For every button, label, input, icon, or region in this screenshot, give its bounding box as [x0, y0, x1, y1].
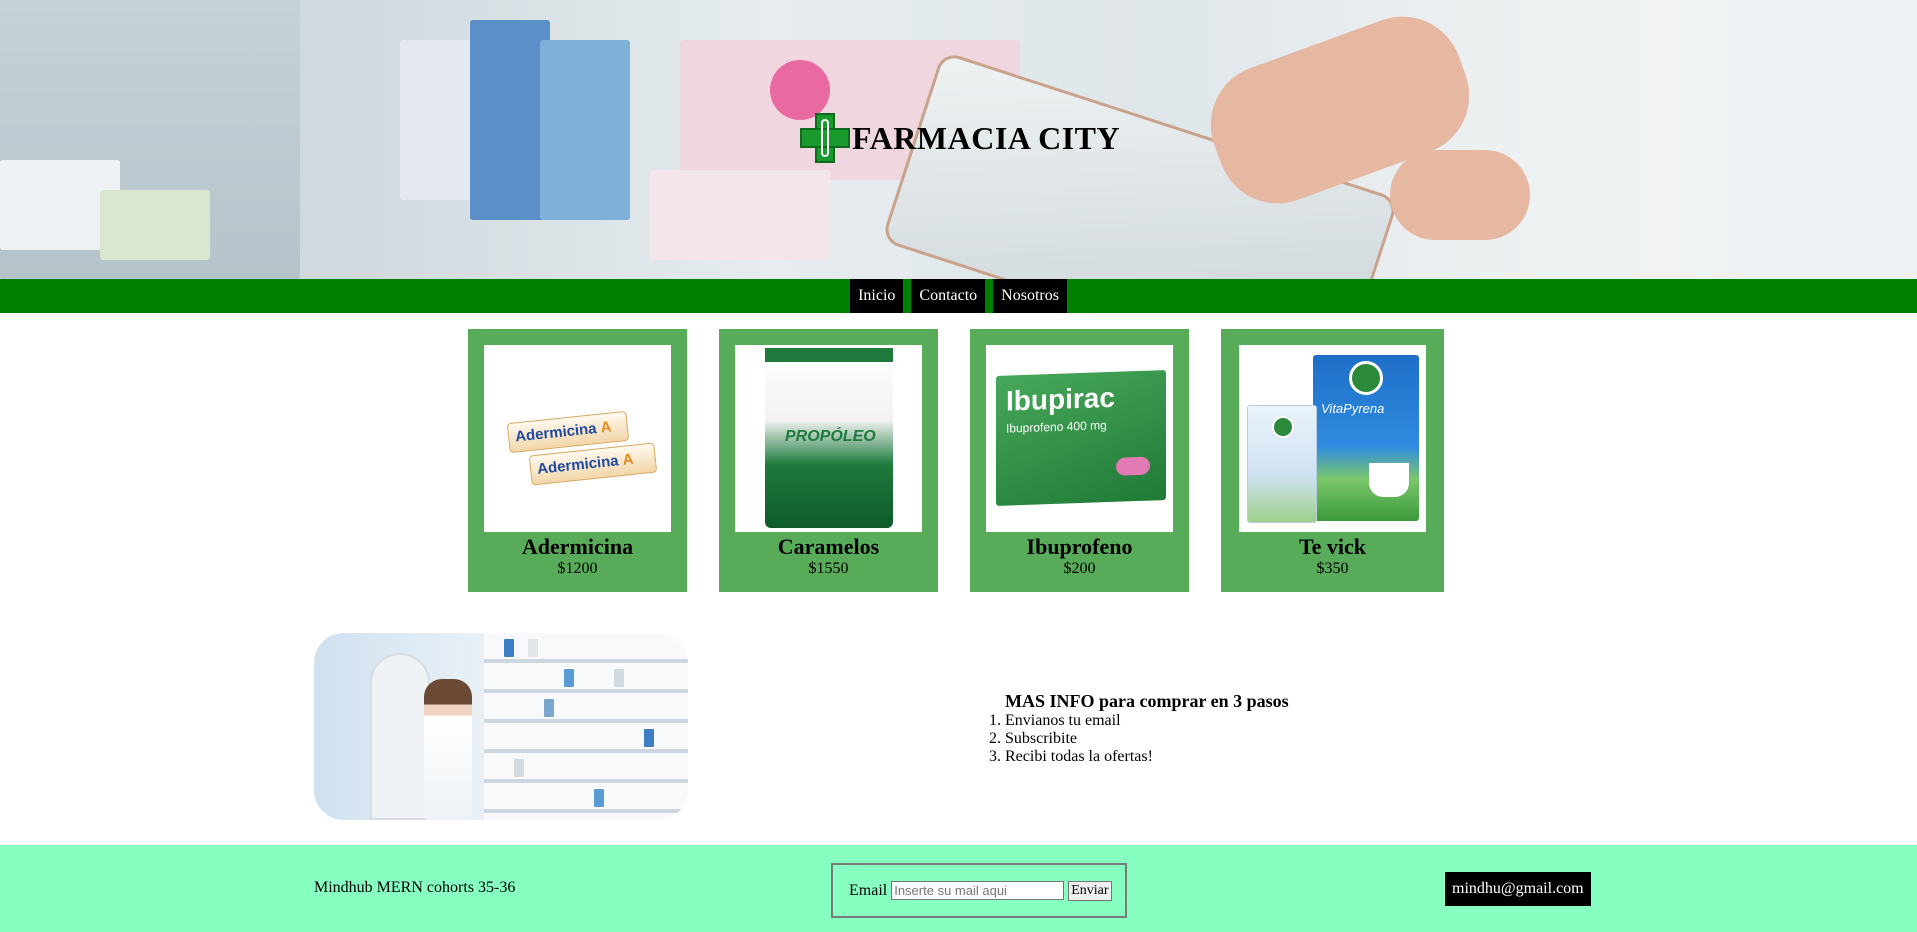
- product-price: $200: [1063, 560, 1096, 577]
- step-item: Recibi todas la ofertas!: [1005, 748, 1289, 766]
- hero-hand: [1390, 150, 1530, 240]
- email-label: Email: [849, 881, 888, 899]
- product-price: $350: [1316, 560, 1349, 577]
- product-name: Te vick: [1298, 534, 1367, 559]
- newsletter-form: Email Enviar: [831, 863, 1127, 918]
- hero-coat: [1730, 0, 1917, 279]
- hero-box: [540, 40, 630, 220]
- send-button[interactable]: Enviar: [1068, 880, 1112, 901]
- contact-email-link[interactable]: mindhu@gmail.com: [1445, 872, 1591, 906]
- product-price: $1200: [557, 560, 598, 577]
- hero-box: [100, 190, 210, 260]
- step-item: Envianos tu email: [1005, 712, 1289, 730]
- product-name: Caramelos: [777, 534, 880, 559]
- nav-link-inicio[interactable]: Inicio: [850, 279, 904, 313]
- pharmacist-photo: [314, 633, 688, 820]
- info-steps: MAS INFO para comprar en 3 pasos Enviano…: [988, 690, 1289, 766]
- step-item: Subscribite: [1005, 730, 1289, 748]
- hero-box: [470, 20, 550, 220]
- footer: Mindhub MERN cohorts 35-36 Email Enviar …: [0, 845, 1917, 932]
- product-price: $1550: [808, 560, 849, 577]
- steps-list: Envianos tu email Subscribite Recibi tod…: [988, 712, 1289, 766]
- product-card-caramelos[interactable]: PROPÓLEO Caramelos $1550: [719, 329, 938, 592]
- brand[interactable]: FARMACIA CITY: [800, 113, 1120, 163]
- product-image-adermicina: Adermicina A Adermicina A: [484, 345, 671, 532]
- nav-link-nosotros[interactable]: Nosotros: [993, 279, 1067, 313]
- product-grid: Adermicina A Adermicina A Adermicina $12…: [468, 329, 1444, 592]
- info-title: MAS INFO para comprar en 3 pasos: [1005, 691, 1289, 711]
- product-name: Ibuprofeno: [1026, 534, 1133, 559]
- hero-box: [650, 170, 830, 260]
- product-card-te-vick[interactable]: VitaPyrena Te vick $350: [1221, 329, 1444, 592]
- product-name: Adermicina: [521, 534, 634, 559]
- nav-link-contacto[interactable]: Contacto: [911, 279, 986, 313]
- product-image-ibuprofeno: Ibupirac Ibuprofeno 400 mg: [986, 345, 1173, 532]
- main-nav: Inicio Contacto Nosotros: [0, 279, 1917, 313]
- product-image-te-vick: VitaPyrena: [1239, 345, 1426, 532]
- brand-title: FARMACIA CITY: [852, 119, 1121, 156]
- product-image-caramelos: PROPÓLEO: [735, 345, 922, 532]
- hero-banner: FARMACIA CITY: [0, 0, 1917, 279]
- footer-credit: Mindhub MERN cohorts 35-36: [314, 879, 516, 896]
- product-card-adermicina[interactable]: Adermicina A Adermicina A Adermicina $12…: [468, 329, 687, 592]
- email-field[interactable]: [891, 881, 1065, 900]
- product-card-ibuprofeno[interactable]: Ibupirac Ibuprofeno 400 mg Ibuprofeno $2…: [970, 329, 1189, 592]
- pharmacy-cross-icon: [800, 113, 850, 163]
- hero-box: [770, 60, 830, 120]
